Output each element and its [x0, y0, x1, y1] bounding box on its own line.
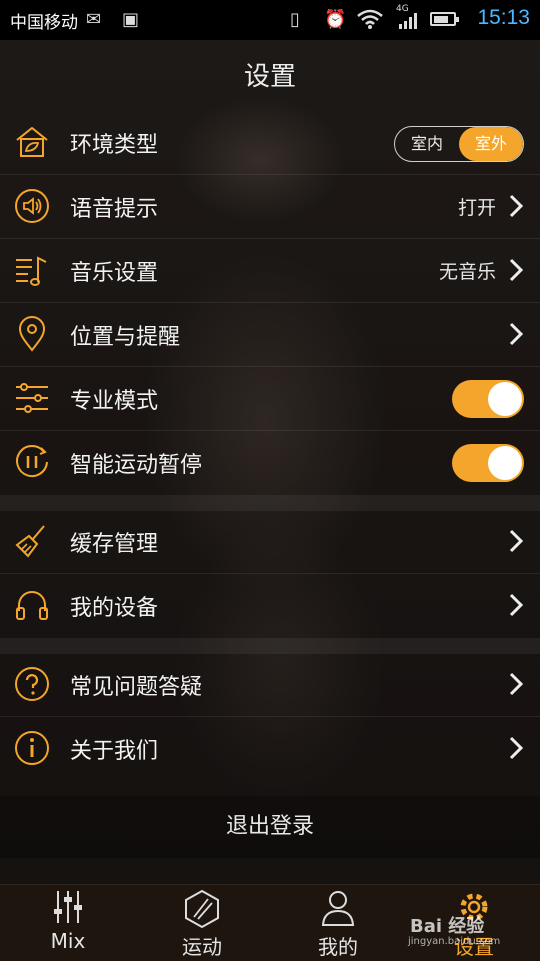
tab-mix[interactable]: Mix [8, 885, 128, 961]
hexagon-icon [185, 889, 219, 929]
logout-button[interactable]: 退出登录 [0, 796, 540, 858]
tab-sport[interactable]: 运动 [142, 885, 262, 961]
watermark-brand: Bai 经验 [410, 916, 485, 937]
toggle-knob [488, 382, 522, 416]
environment-segmented-control[interactable]: 室内 室外 [394, 126, 524, 162]
message-notification-icon: ✉ [86, 9, 102, 30]
clock: 15:13 [477, 6, 530, 29]
setting-label: 关于我们 [70, 739, 159, 764]
tab-label: 运动 [182, 935, 222, 959]
divider [0, 302, 540, 303]
tab-label: 我的 [318, 935, 358, 959]
setting-auto-pause: 智能运动暂停 [0, 432, 540, 494]
section-separator [0, 638, 540, 654]
auto-pause-toggle[interactable] [452, 444, 524, 482]
divider [0, 366, 540, 367]
sliders-icon [16, 383, 48, 413]
chevron-right-icon [509, 194, 524, 218]
setting-label: 音乐设置 [70, 261, 159, 286]
setting-label: 语音提示 [70, 197, 159, 222]
setting-pro-mode: 专业模式 [0, 368, 540, 430]
image-notification-icon: ▣ [122, 9, 140, 30]
divider [0, 716, 540, 717]
signal-icon [399, 13, 417, 29]
toggle-knob [488, 446, 522, 480]
setting-environment-type: 环境类型 室内 室外 [0, 112, 540, 174]
setting-value: 无音乐 [438, 261, 496, 283]
chevron-right-icon [509, 593, 524, 617]
page-title: 设置 [243, 62, 296, 92]
carrier-name: 中国移动 [10, 13, 78, 33]
status-bar: 中国移动 ✉ ▣ ▯ ⏰ 4G 15:13 [0, 0, 540, 40]
divider [0, 238, 540, 239]
chevron-right-icon [509, 322, 524, 346]
section-separator [0, 495, 540, 511]
vibrate-icon: ▯ [290, 9, 300, 30]
setting-label: 我的设备 [70, 596, 159, 621]
setting-label: 位置与提醒 [70, 325, 181, 350]
divider [0, 573, 540, 574]
house-leaf-icon [16, 126, 48, 157]
setting-label: 缓存管理 [70, 532, 159, 557]
person-icon [321, 891, 355, 926]
mixer-icon [54, 891, 82, 923]
battery-icon [430, 12, 459, 26]
broom-icon [15, 525, 45, 558]
divider [0, 174, 540, 175]
setting-cache-management[interactable]: 缓存管理 [0, 511, 540, 573]
music-list-icon [16, 256, 47, 286]
location-pin-icon [18, 316, 46, 352]
chevron-right-icon [509, 529, 524, 553]
wifi-icon [357, 9, 383, 29]
info-circle-icon [15, 731, 49, 765]
watermark-url: jingyan.baidu.com [408, 936, 501, 947]
chevron-right-icon [509, 672, 524, 696]
setting-about-us[interactable]: 关于我们 [0, 718, 540, 780]
tab-label: Mix [50, 929, 86, 953]
setting-label: 智能运动暂停 [70, 453, 203, 478]
setting-voice-prompt[interactable]: 语音提示 打开 [0, 176, 540, 238]
setting-label: 常见问题答疑 [70, 675, 203, 700]
question-circle-icon [15, 667, 49, 701]
indoor-option[interactable]: 室内 [395, 127, 459, 161]
setting-faq[interactable]: 常见问题答疑 [0, 654, 540, 716]
pause-circle-icon [16, 445, 48, 478]
setting-label: 专业模式 [70, 389, 159, 414]
divider [0, 430, 540, 431]
headphones-icon [16, 591, 48, 620]
pro-mode-toggle[interactable] [452, 380, 524, 418]
setting-location-reminder[interactable]: 位置与提醒 [0, 304, 540, 366]
chevron-right-icon [509, 736, 524, 760]
alarm-icon: ⏰ [324, 9, 347, 30]
setting-value: 打开 [457, 197, 496, 219]
speaker-icon [15, 189, 49, 223]
setting-label: 环境类型 [70, 133, 159, 158]
chevron-right-icon [509, 258, 524, 282]
setting-my-devices[interactable]: 我的设备 [0, 575, 540, 637]
outdoor-option[interactable]: 室外 [459, 127, 523, 161]
tab-mine[interactable]: 我的 [278, 885, 398, 961]
setting-music[interactable]: 音乐设置 无音乐 [0, 240, 540, 302]
